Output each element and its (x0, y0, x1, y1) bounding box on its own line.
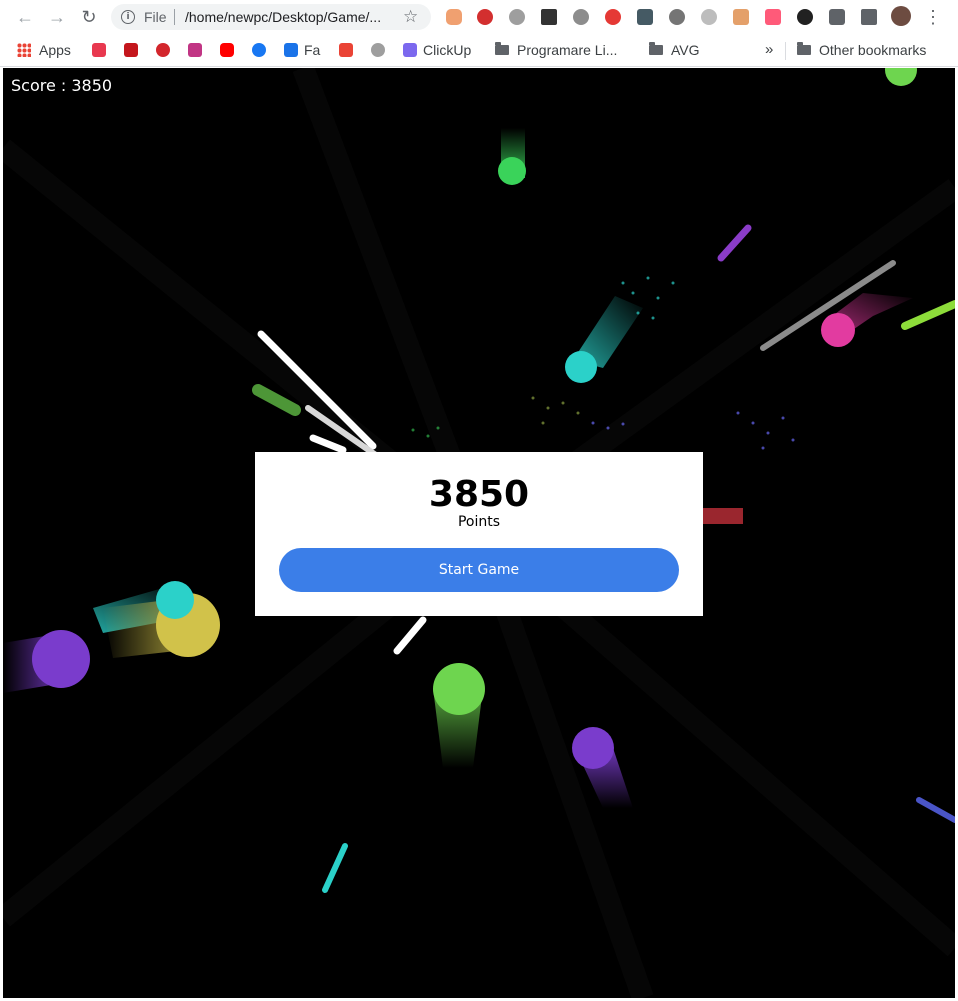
youtube-icon (220, 43, 234, 57)
apps-label: Apps (39, 42, 71, 58)
apps-grid-icon (17, 43, 31, 57)
white-streak (257, 330, 377, 450)
gmail-icon (339, 43, 353, 57)
bookmark-item[interactable] (92, 41, 112, 59)
purple-meteor (572, 727, 614, 769)
eyedropper-icon[interactable] (637, 9, 653, 25)
bookmark-star-icon[interactable]: ☆ (403, 7, 418, 27)
menu-icon[interactable]: ⋮ (922, 6, 944, 28)
adblock-icon[interactable] (477, 9, 493, 25)
bookmark-label: ClickUp (423, 42, 472, 58)
extension-icon[interactable] (446, 9, 462, 25)
bookmark-item[interactable] (371, 41, 391, 59)
bookmark-favicon-icon (156, 43, 170, 57)
puzzle-icon[interactable] (829, 9, 845, 25)
bookmarks-divider (785, 42, 786, 60)
purple-streak (717, 224, 752, 262)
url-text[interactable]: /home/newpc/Desktop/Game/... (185, 9, 381, 25)
address-bar[interactable]: i File /home/newpc/Desktop/Game/... ☆ (111, 4, 431, 30)
lime-streak (901, 300, 955, 330)
bookmark-item[interactable]: ClickUp (403, 41, 471, 59)
bookmark-item[interactable]: Fa (284, 41, 320, 59)
folder-label: Programare Li... (517, 42, 618, 58)
bookmark-item[interactable] (156, 41, 176, 59)
cyan-meteor (565, 351, 597, 383)
circle-extension-icon[interactable] (701, 9, 717, 25)
forward-icon[interactable]: → (46, 6, 68, 28)
bookmarks-overflow-button[interactable]: » (765, 41, 773, 59)
y-extension-icon[interactable] (541, 9, 557, 25)
bookmark-folder[interactable]: Programare Li... (495, 41, 617, 59)
folder-icon (495, 42, 509, 55)
power-icon[interactable] (509, 9, 525, 25)
bookmark-item[interactable] (252, 41, 272, 59)
final-score: 3850 (428, 474, 530, 515)
bookmark-item[interactable] (124, 41, 144, 59)
power-icon (371, 43, 385, 57)
start-game-button[interactable]: Start Game (279, 548, 679, 592)
play-icon[interactable] (765, 9, 781, 25)
clickup-icon (403, 43, 417, 57)
instagram-icon (188, 43, 202, 57)
gnome-icon[interactable] (797, 9, 813, 25)
stop-icon[interactable] (605, 9, 621, 25)
flag-icon (284, 43, 298, 57)
white-streak (393, 616, 427, 655)
tomato-icon[interactable] (573, 9, 589, 25)
reload-icon[interactable]: ↻ (78, 6, 100, 28)
bookmark-folder[interactable]: AVG (649, 41, 700, 59)
address-separator (174, 9, 175, 25)
pink-meteor (821, 313, 855, 347)
avatar[interactable] (891, 6, 911, 26)
folder-icon (649, 42, 663, 55)
bookmark-favicon-icon (92, 43, 106, 57)
facebook-icon (252, 43, 266, 57)
address-prefix: File (144, 9, 167, 25)
other-bookmarks-folder[interactable]: Other bookmarks (797, 41, 926, 59)
info-icon[interactable]: i (121, 10, 135, 24)
game-canvas[interactable]: Score : 3850 3850 Points Start Game (3, 68, 955, 998)
olive-sparkles (531, 396, 580, 425)
cyan-streak (322, 843, 348, 893)
bookmark-favicon-icon (124, 43, 138, 57)
bookmark-label: Fa (304, 42, 321, 58)
apps-shortcut[interactable]: Apps (17, 41, 71, 59)
browser-toolbar: ← → ↻ i File /home/newpc/Desktop/Game/..… (0, 0, 958, 34)
white-streak (309, 434, 347, 454)
folder-label: Other bookmarks (819, 42, 927, 58)
green-meteor (885, 68, 917, 86)
bookmark-item[interactable] (188, 41, 208, 59)
back-icon[interactable]: ← (14, 6, 36, 28)
folder-label: AVG (671, 42, 700, 58)
points-label: Points (457, 514, 501, 530)
folder-icon (797, 42, 811, 55)
start-game-label: Start Game (438, 562, 520, 578)
bookmarks-bar: Apps Fa ClickUp Programare Li... AVG » O… (0, 34, 958, 67)
bookmark-item[interactable] (339, 41, 359, 59)
media-control-icon[interactable] (861, 9, 877, 25)
globe-icon[interactable] (669, 9, 685, 25)
bookmark-item[interactable] (220, 41, 240, 59)
game-over-modal: 3850 Points Start Game (255, 452, 703, 616)
score-label: Score : 3850 (11, 76, 113, 95)
purple-meteor (32, 630, 90, 688)
green-meteor (433, 663, 485, 715)
red-streak (703, 508, 743, 524)
blue-streak (916, 797, 955, 823)
cyan-meteor (156, 581, 194, 619)
green-meteor (498, 157, 526, 185)
pipe-icon[interactable] (733, 9, 749, 25)
